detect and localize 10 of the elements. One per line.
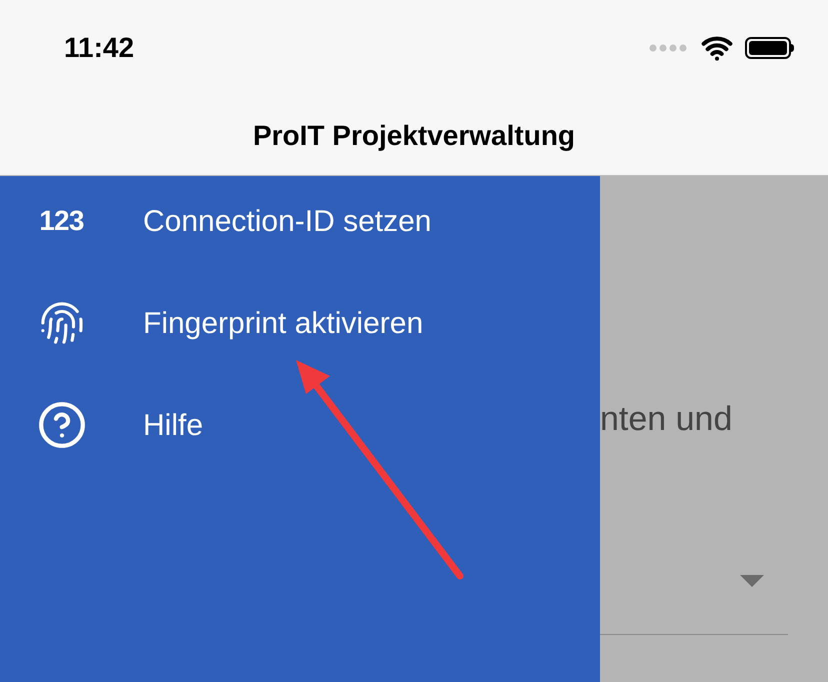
help-icon — [36, 400, 86, 450]
signal-icon — [649, 44, 689, 52]
battery-icon — [745, 37, 794, 59]
numbers-icon: 123 — [39, 207, 84, 235]
app-title: ProIT Projektverwaltung — [252, 118, 576, 153]
dropdown-caret-icon — [740, 575, 764, 587]
content-text: nten und — [600, 399, 734, 440]
status-time: 11:42 — [64, 31, 134, 65]
fingerprint-icon — [38, 300, 84, 346]
dropdown-field[interactable] — [600, 575, 788, 635]
